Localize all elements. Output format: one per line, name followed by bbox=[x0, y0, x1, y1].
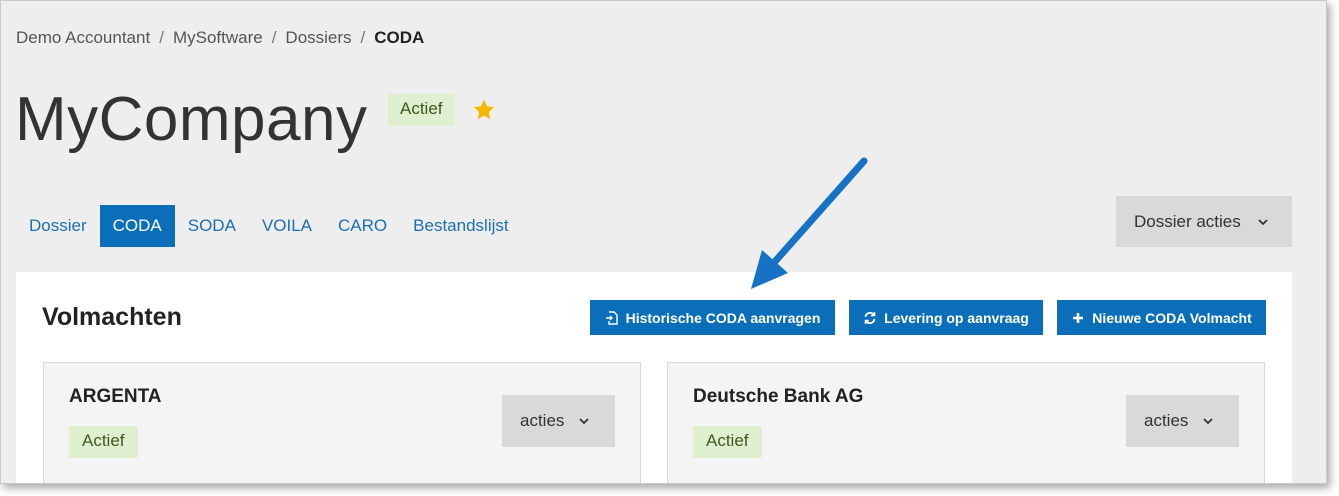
historical-coda-button[interactable]: Historische CODA aanvragen bbox=[590, 300, 835, 335]
historical-coda-label: Historische CODA aanvragen bbox=[625, 309, 821, 326]
status-badge: Actief bbox=[693, 426, 762, 458]
breadcrumb-separator: / bbox=[159, 28, 164, 47]
plus-icon bbox=[1073, 312, 1084, 323]
page-title: MyCompany bbox=[15, 85, 368, 154]
card-bank-name: ARGENTA bbox=[69, 386, 162, 407]
volmachten-panel: Volmachten Historische CODA aanvragen Le… bbox=[16, 272, 1292, 483]
chevron-down-icon bbox=[1203, 418, 1214, 425]
mandate-card-argenta: ARGENTA Actief acties bbox=[43, 362, 641, 483]
status-badge: Actief bbox=[388, 94, 455, 126]
card-bank-name: Deutsche Bank AG bbox=[693, 386, 864, 407]
new-coda-mandate-label: Nieuwe CODA Volmacht bbox=[1092, 309, 1252, 326]
card-actions-label: acties bbox=[520, 411, 565, 430]
annotation-arrow-icon bbox=[751, 157, 868, 289]
breadcrumb-separator: / bbox=[360, 28, 366, 47]
app-window: Demo Accountant / MySoftware / Dossiers / CODA… bbox=[0, 0, 1327, 484]
breadcrumb-item-dossiers[interactable]: Dossiers bbox=[285, 28, 351, 48]
card-actions-button[interactable]: acties bbox=[1126, 395, 1239, 447]
star-icon[interactable] bbox=[471, 97, 497, 123]
new-coda-mandate-button[interactable]: Nieuwe CODA Volmacht bbox=[1057, 300, 1266, 335]
dossier-actions-button[interactable]: Dossier acties bbox=[1116, 196, 1292, 247]
delivery-on-request-button[interactable]: Levering op aanvraag bbox=[849, 300, 1043, 335]
breadcrumb-item-accountant[interactable]: Demo Accountant bbox=[16, 28, 150, 48]
tab-bestandslijst[interactable]: Bestandslijst bbox=[400, 205, 521, 247]
document-import-icon bbox=[605, 310, 618, 325]
tab-bar: Dossier CODA SODA VOILA CARO Bestandslij… bbox=[16, 205, 522, 247]
delivery-on-request-label: Levering op aanvraag bbox=[884, 309, 1029, 326]
tab-voila[interactable]: VOILA bbox=[249, 205, 325, 247]
dossier-actions-label: Dossier acties bbox=[1134, 211, 1241, 231]
breadcrumb: Demo Accountant / MySoftware / Dossiers / CODA bbox=[16, 28, 424, 48]
status-badge: Actief bbox=[69, 426, 138, 458]
panel-title: Volmachten bbox=[42, 303, 182, 331]
breadcrumb-current: CODA bbox=[374, 28, 425, 47]
card-actions-button[interactable]: acties bbox=[502, 395, 615, 447]
chevron-down-icon bbox=[1258, 218, 1268, 225]
tab-soda[interactable]: SODA bbox=[175, 205, 249, 247]
chevron-down-icon bbox=[579, 418, 590, 425]
refresh-icon bbox=[864, 311, 876, 324]
breadcrumb-item-software[interactable]: MySoftware bbox=[173, 28, 263, 48]
tab-caro[interactable]: CARO bbox=[325, 205, 400, 247]
breadcrumb-separator: / bbox=[271, 28, 277, 47]
tab-coda[interactable]: CODA bbox=[99, 205, 175, 247]
mandate-card-deutsche-bank: Deutsche Bank AG Actief acties bbox=[667, 362, 1265, 483]
card-actions-label: acties bbox=[1144, 411, 1189, 430]
tab-dossier[interactable]: Dossier bbox=[16, 205, 100, 247]
